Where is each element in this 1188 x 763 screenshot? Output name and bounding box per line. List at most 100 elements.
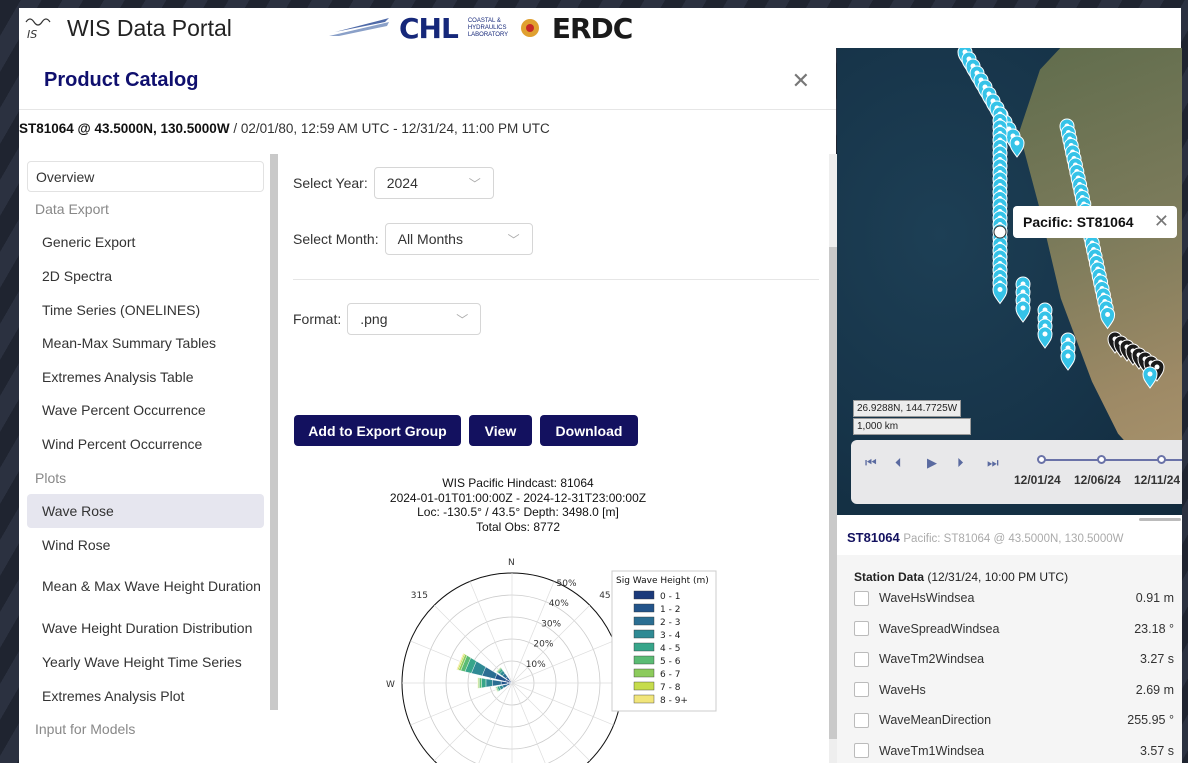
- legend-entry: 6 - 7: [660, 670, 680, 680]
- sidebar-item[interactable]: Wind Percent Occurrence: [19, 427, 281, 461]
- legend-entry: 7 - 8: [660, 683, 681, 693]
- row-checkbox[interactable]: [854, 651, 869, 667]
- skip-end-icon[interactable]: ⏭: [987, 455, 999, 471]
- download-button[interactable]: Download: [540, 415, 638, 446]
- row-checkbox[interactable]: [854, 590, 869, 606]
- legend-swatch: [633, 681, 655, 691]
- sidebar-item[interactable]: Wind Rose: [19, 528, 281, 562]
- station-data-row: WaveHsWindsea 0.91 m: [854, 583, 1174, 613]
- step-back-icon[interactable]: ⏴: [895, 455, 902, 471]
- month-select[interactable]: All Months ﹀: [384, 223, 533, 255]
- rose-spoke: [478, 682, 513, 763]
- step-forward-icon[interactable]: ⏵: [957, 455, 964, 471]
- year-field: Select Year: 2024 ﹀: [293, 167, 494, 199]
- wave-rose-plot: WIS Pacific Hindcast: 81064 2024-01-01T0…: [373, 476, 753, 763]
- station-marker[interactable]: [1009, 135, 1025, 158]
- sidebar-item[interactable]: 2D Spectra: [19, 259, 281, 293]
- station-marker[interactable]: [1060, 348, 1076, 371]
- wis-logo-icon: IS: [19, 9, 59, 47]
- plot-title-line: WIS Pacific Hindcast: 81064: [442, 476, 594, 490]
- sidebar-item[interactable]: Wave Percent Occurrence: [19, 394, 281, 428]
- chevron-down-icon: ﹀: [456, 312, 469, 327]
- station-marker[interactable]: [1142, 366, 1158, 389]
- legend-swatch: [633, 668, 655, 678]
- rose-sector: [492, 679, 502, 687]
- sidebar-group-label: Plots: [35, 469, 67, 486]
- catalog-header: Product Catalog ✕: [19, 48, 836, 110]
- sidebar-item[interactable]: Extremes Analysis Table: [19, 360, 281, 394]
- sidebar-item[interactable]: Overview: [27, 161, 264, 192]
- chl-swoosh-icon: [329, 18, 389, 36]
- row-checkbox[interactable]: [854, 712, 869, 728]
- station-data-row: WaveMeanDirection 255.95 °: [854, 705, 1174, 735]
- plot-title-line: Total Obs: 8772: [475, 519, 561, 534]
- rose-spoke: [433, 682, 513, 762]
- rose-sector: [479, 677, 482, 689]
- row-checkbox[interactable]: [854, 743, 869, 758]
- close-icon[interactable]: ✕: [792, 68, 810, 94]
- sidebar-item[interactable]: Mean-Max Summary Tables: [19, 326, 281, 360]
- month-field: Select Month: All Months ﹀: [293, 223, 533, 255]
- selected-station-marker[interactable]: [993, 225, 1007, 239]
- popup-close-icon[interactable]: ✕: [1154, 211, 1169, 232]
- station-marker-dot: [1147, 371, 1153, 377]
- timeline-tick[interactable]: [1097, 455, 1106, 464]
- station-data-panel: ST81064 Pacific: ST81064 @ 43.5000N, 130…: [837, 515, 1182, 763]
- format-field: Format: .png ﹀: [293, 303, 482, 335]
- station-marker[interactable]: [1100, 307, 1116, 330]
- view-button[interactable]: View: [469, 415, 532, 446]
- format-label: Format:: [293, 311, 342, 327]
- station-marker[interactable]: [1037, 326, 1053, 349]
- sidebar-group-label: Input for Models: [35, 721, 136, 738]
- rose-spoke: [511, 682, 546, 763]
- year-label: Select Year:: [293, 175, 368, 191]
- legend-entry: 1 - 2: [660, 605, 680, 615]
- month-label: Select Month:: [293, 231, 379, 247]
- row-checkbox[interactable]: [854, 682, 869, 697]
- top-header: IS WIS Data Portal CHL COASTAL & HYDRAUL…: [19, 8, 1181, 48]
- play-icon[interactable]: ▶: [927, 455, 937, 471]
- station-marker[interactable]: [1015, 300, 1031, 323]
- erdc-logo: ERDC: [551, 11, 633, 45]
- timeline-tick[interactable]: [1157, 455, 1166, 464]
- year-select[interactable]: 2024 ﹀: [373, 167, 494, 199]
- station-marker-dot: [1065, 353, 1071, 359]
- popup-label: Pacific: ST81064: [1023, 214, 1134, 230]
- chevron-down-icon: ﹀: [468, 176, 481, 191]
- rose-spoke: [511, 682, 614, 726]
- station-data-heading: Station Data: [854, 570, 925, 584]
- station-data-row: WaveSpreadWindsea 23.18 °: [854, 614, 1174, 644]
- add-to-export-group-button[interactable]: Add to Export Group: [294, 415, 461, 446]
- sidebar-item[interactable]: Mean & Max Wave Height Duration: [19, 562, 281, 612]
- station-marker[interactable]: [992, 282, 1008, 305]
- station-data-list: Station Data (12/31/24, 10:00 PM UTC) Wa…: [837, 555, 1182, 763]
- skip-start-icon[interactable]: ⏮: [865, 455, 877, 471]
- legend-entry: 4 - 5: [660, 644, 680, 654]
- station-marker-dot: [1014, 140, 1020, 146]
- sidebar-item[interactable]: Time Series (ONELINES): [19, 293, 281, 327]
- sidebar-item[interactable]: Wave Height Duration Distribution: [19, 612, 281, 646]
- format-select[interactable]: .png ﹀: [347, 303, 482, 335]
- format-value: .png: [360, 311, 388, 327]
- brand-logos: CHL COASTAL & HYDRAULICS LABORATORY ERDC: [329, 10, 633, 46]
- sidebar-item[interactable]: Generic Export: [19, 226, 281, 260]
- row-checkbox[interactable]: [854, 621, 869, 636]
- sidebar-group-label: Data Export: [35, 200, 109, 217]
- row-name: WaveTm2Windsea: [879, 652, 985, 666]
- content-scrollbar[interactable]: [829, 154, 837, 763]
- legend-swatch: [633, 655, 655, 665]
- station-data-time: (12/31/24, 10:00 PM UTC): [924, 570, 1069, 584]
- erdc-gear-icon: [520, 19, 539, 37]
- legend-swatch: [633, 629, 655, 639]
- map-scale: 1,000 km: [853, 418, 971, 435]
- timeline-tick[interactable]: [1037, 455, 1046, 464]
- sidebar-item[interactable]: Extremes Analysis Plot: [19, 679, 281, 713]
- sidebar-item[interactable]: Yearly Wave Height Time Series: [19, 645, 281, 679]
- panel-drag-handle[interactable]: [1139, 518, 1181, 521]
- rose-ring-label: 40%: [549, 599, 569, 609]
- sidebar-item[interactable]: Wave Rose: [27, 494, 264, 528]
- catalog-content: Select Year: 2024 ﹀ Select Month: All Mo…: [277, 153, 830, 763]
- map-view[interactable]: Pacific: ST81064 ✕ 26.9288N, 144.7725W 1…: [837, 48, 1182, 515]
- legend-swatch: [633, 694, 655, 704]
- content-scroll-thumb[interactable]: [829, 247, 837, 739]
